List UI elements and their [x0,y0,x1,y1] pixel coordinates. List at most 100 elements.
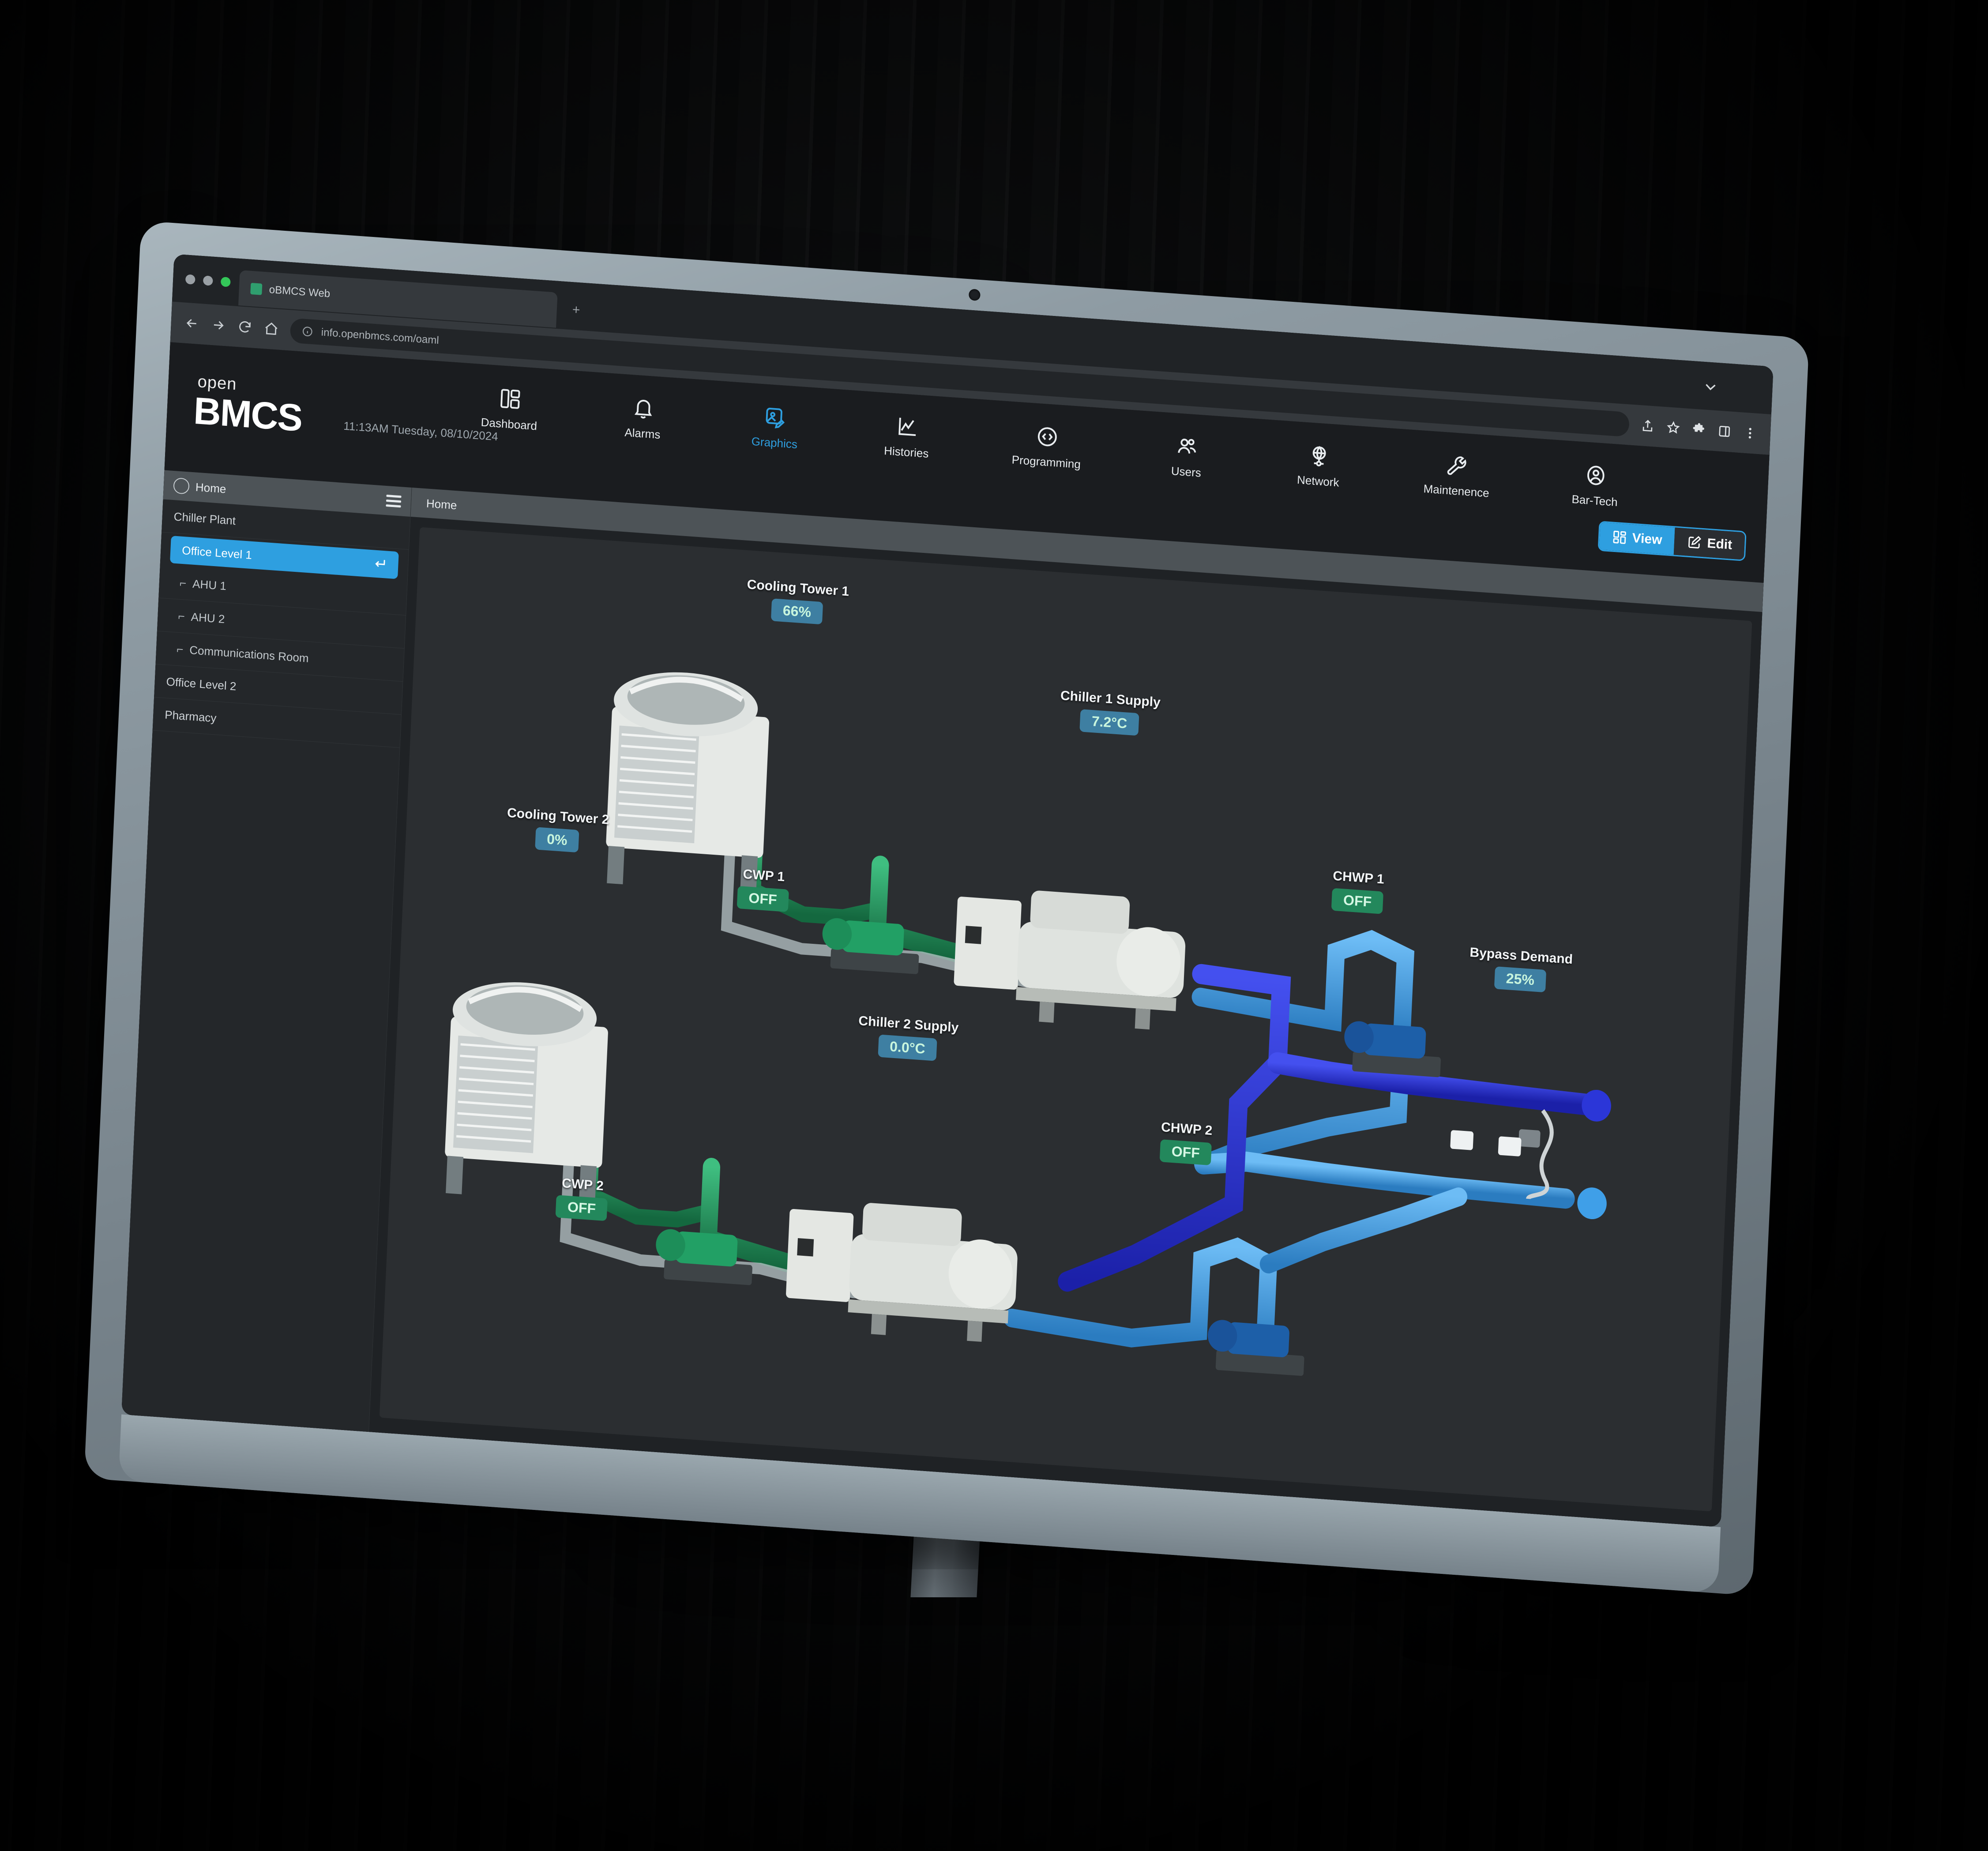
tab-list-chevron-icon[interactable] [1701,378,1720,399]
nav-item-programming[interactable]: Programming [1011,423,1082,471]
monitor-wrap: oBMCS Web + info.openbmcs.com/oaml open … [0,0,1988,1851]
grid-icon [1612,530,1626,544]
point-label: CHWP 1 [1332,868,1385,887]
sidebar-item-label: Communications Room [189,643,309,665]
reload-icon[interactable] [237,319,253,335]
point-value[interactable]: OFF [1331,888,1384,914]
point-value[interactable]: 7.2°C [1079,709,1139,736]
line-chart-icon [898,417,916,436]
nav-label: Maintenence [1423,482,1490,500]
globe-network-icon [1312,446,1326,466]
point-cooling-tower-2[interactable]: Cooling Tower 2 0% [506,806,609,855]
view-edit-toggle[interactable]: View Edit [1597,521,1747,561]
point-cwp-1[interactable]: CWP 1 OFF [737,867,789,912]
sidebar-item-label: Pharmacy [164,707,217,725]
view-button[interactable]: View [1599,522,1675,555]
point-label: CWP 1 [742,867,785,885]
point-value[interactable]: OFF [1159,1139,1212,1166]
sidebar: Home Chiller Plant Office Level 1 ⌐ AHU … [121,470,412,1432]
chrome-menu-icon[interactable] [1743,426,1757,441]
nav-item-maintenance[interactable]: Maintenence [1423,452,1491,500]
info-icon [302,327,312,337]
window-controls[interactable] [185,274,231,287]
wrench-icon [1447,456,1467,475]
brand-logo-bmcs: BMCS [192,389,303,440]
cooling-tower-1-equipment [606,672,769,894]
point-chiller-1-supply[interactable]: Chiller 1 Supply 7.2°C [1059,688,1161,737]
forward-icon[interactable] [210,317,226,333]
screen: oBMCS Web + info.openbmcs.com/oaml open … [121,254,1774,1527]
nav-label: Users [1171,464,1202,480]
point-value[interactable]: 66% [770,598,823,624]
brand-logo[interactable]: open BMCS [192,372,304,440]
home-icon[interactable] [263,321,279,337]
point-chwp-2[interactable]: CHWP 2 OFF [1159,1120,1213,1166]
content-area: Home Cooling Tower 1 66% Cooling Tower 2… [369,488,1764,1527]
nav-item-histories[interactable]: Histories [879,413,935,461]
cwp-1-pump [822,918,919,974]
point-cooling-tower-1[interactable]: Cooling Tower 1 66% [745,577,849,626]
nav-item-graphics[interactable]: Graphics [748,404,803,451]
edit-button-label: Edit [1706,536,1732,552]
point-bypass-demand[interactable]: Bypass Demand 25% [1468,945,1573,994]
chiller-2-equipment [786,1203,1018,1342]
back-icon[interactable] [184,315,200,331]
sidebar-item-label: AHU 2 [191,610,225,626]
hamburger-icon[interactable] [386,494,402,507]
url-text: info.openbmcs.com/oaml [321,326,440,347]
point-chiller-2-supply[interactable]: Chiller 2 Supply 0.0°C [857,1014,959,1063]
favicon [250,282,263,295]
avatar [173,477,190,495]
nav-label: Histories [883,443,929,461]
graphics-canvas[interactable]: Cooling Tower 1 66% Cooling Tower 2 0% C… [379,527,1752,1512]
nav-item-dashboard[interactable]: Dashboard [481,386,539,433]
child-branch-icon: ⌐ [179,576,187,590]
view-button-label: View [1631,530,1663,548]
nav-label: Graphics [751,434,798,451]
point-value[interactable]: 0.0°C [878,1034,937,1061]
bypass-valve-2 [1498,1136,1522,1156]
point-value[interactable]: OFF [737,886,789,912]
nav-item-users[interactable]: Users [1159,433,1214,481]
cooling-tower-2-equipment [445,982,608,1204]
point-value[interactable]: 0% [535,827,579,853]
screen-bezel: oBMCS Web + info.openbmcs.com/oaml open … [121,254,1774,1527]
child-branch-icon: ⌐ [177,609,185,623]
bookmark-star-icon[interactable] [1666,420,1680,435]
nav-label: Bar-Tech [1571,492,1618,509]
point-cwp-2[interactable]: CWP 2 OFF [555,1175,609,1221]
chiller-1-equipment [954,890,1186,1030]
monitor: oBMCS Web + info.openbmcs.com/oaml open … [84,221,1810,1596]
bmcs-app: open BMCS 11:13AM Tuesday, 08/10/2024 Da… [121,342,1770,1527]
pencil-square-icon [1688,536,1702,549]
image-edit-icon [766,408,785,428]
share-icon[interactable] [1640,418,1655,433]
bell-icon [635,400,652,419]
dashboard-icon [500,389,520,409]
extensions-puzzle-icon[interactable] [1691,422,1706,437]
nav-item-alarms[interactable]: Alarms [616,395,671,442]
nav-item-account[interactable]: Bar-Tech [1568,462,1623,509]
sidebar-item-label: AHU 1 [192,577,227,593]
edit-button[interactable]: Edit [1674,527,1745,560]
user-circle-icon [1587,466,1605,485]
point-value[interactable]: 25% [1494,966,1547,993]
clock: 11:13AM Tuesday, 08/10/2024 [343,419,499,443]
point-chwp-1[interactable]: CHWP 1 OFF [1331,868,1384,914]
side-panel-icon[interactable] [1717,424,1732,439]
nav-label: Network [1297,473,1340,489]
nav-label: Dashboard [481,415,537,433]
point-value[interactable]: OFF [555,1195,608,1221]
breadcrumb-label: Home [426,496,458,512]
cwp-2-pump [656,1229,752,1285]
sidebar-header-label: Home [195,480,227,496]
nav-item-network[interactable]: Network [1291,443,1346,490]
sidebar-item-label: Chiller Plant [173,509,236,527]
new-tab-button[interactable]: + [572,302,580,317]
sidebar-item-label: Office Level 1 [181,543,252,562]
chiller-plant-graphic: Cooling Tower 1 66% Cooling Tower 2 0% C… [380,527,1752,1512]
webcam [968,289,981,301]
enter-arrow-icon [375,560,385,567]
point-label: CWP 2 [561,1175,604,1194]
chwp-2-pump [1207,1320,1304,1376]
